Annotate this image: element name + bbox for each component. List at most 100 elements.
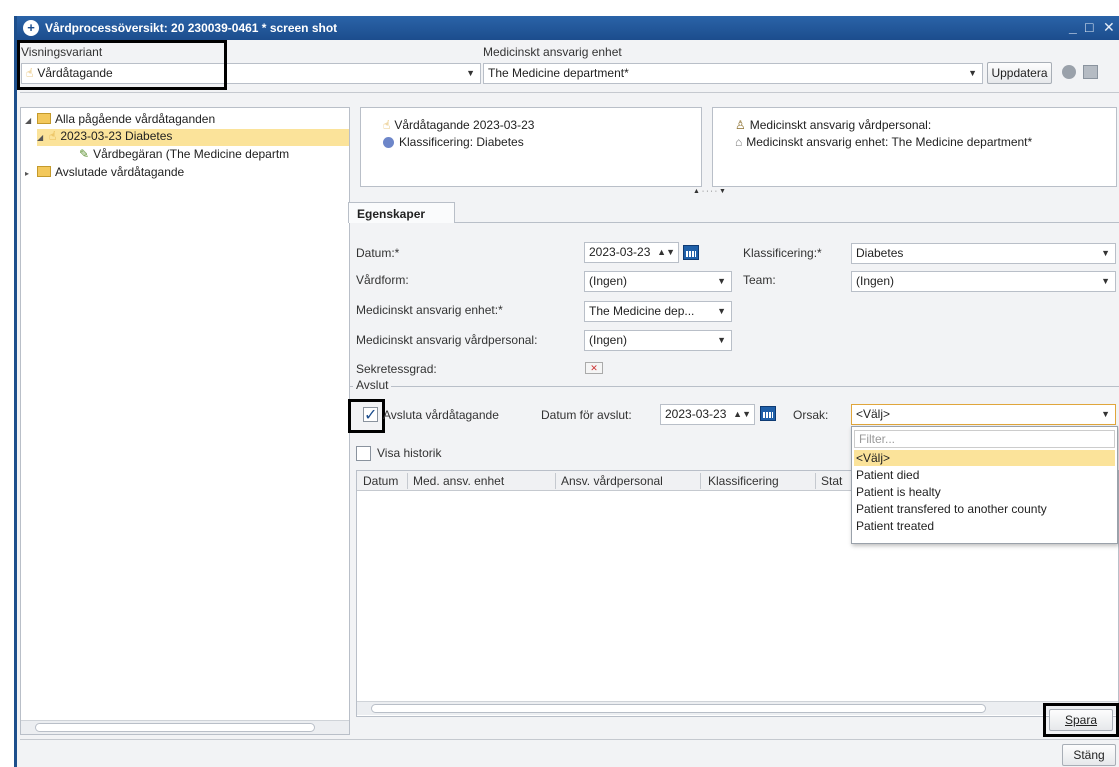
column-separator	[815, 473, 816, 489]
panel-splitter-nav[interactable]: ▲ · · · · ▼	[693, 188, 726, 195]
reason-dropdown: Filter... <Välj> Patient died Patient is…	[851, 426, 1118, 544]
secrecy-icon[interactable]: ✕	[585, 362, 603, 374]
folder-icon	[37, 166, 51, 177]
highlight-box-checkbox	[348, 399, 385, 433]
chevron-down-icon: ▼	[1101, 409, 1110, 419]
avslut-group-label: Avslut	[353, 378, 392, 392]
highlight-box-view	[17, 40, 227, 90]
summary-class-text: Klassificering: Diabetes	[399, 135, 524, 149]
responsible-unit-select[interactable]: The Medicine department* ▼	[483, 63, 983, 84]
classification-select[interactable]: Diabetes ▼	[851, 243, 1116, 264]
column-header[interactable]: Klassificering	[708, 474, 779, 488]
tree-item-care-request[interactable]: ✎ Vårdbegäran (The Medicine departm	[79, 147, 289, 161]
column-header[interactable]: Med. ansv. enhet	[413, 474, 504, 488]
tree-item-label: Alla pågående vårdåtaganden	[55, 112, 216, 126]
classification-label: Klassificering:*	[743, 246, 822, 260]
collapse-icon: ▸	[25, 169, 30, 178]
column-header[interactable]: Stat	[821, 474, 842, 488]
reason-filter-input[interactable]: Filter...	[854, 430, 1115, 448]
maximize-button[interactable]: □	[1085, 19, 1093, 35]
folder-icon	[37, 113, 51, 124]
chevron-down-icon: ▼	[717, 276, 726, 286]
summary-staff-row: ♙ Medicinskt ansvarig vårdpersonal:	[735, 118, 931, 132]
team-label: Team:	[743, 273, 776, 287]
classification-icon	[383, 137, 394, 148]
reason-option[interactable]: Patient transfered to another county	[854, 501, 1115, 517]
close-care-label: Avsluta vårdåtagande	[383, 408, 499, 422]
person-icon: ♙	[735, 118, 746, 132]
spin-icon[interactable]: ▲▼	[657, 248, 675, 257]
show-history-label: Visa historik	[377, 446, 442, 460]
tab-properties[interactable]: Egenskaper	[348, 202, 455, 223]
expand-icon: ◢	[37, 133, 44, 142]
summary-care-text: Vårdåtagande 2023-03-23	[394, 118, 535, 132]
team-select[interactable]: (Ingen) ▼	[851, 271, 1116, 292]
reason-option[interactable]: Patient died	[854, 467, 1115, 483]
date-value: 2023-03-23	[589, 245, 651, 259]
chevron-down-icon: ▼	[968, 68, 977, 78]
close-window-button[interactable]: ✕	[1103, 19, 1115, 36]
care-form-select[interactable]: (Ingen) ▼	[584, 271, 732, 292]
building-icon: ⌂	[735, 135, 743, 149]
staff-select[interactable]: (Ingen) ▼	[584, 330, 732, 351]
column-separator	[555, 473, 556, 489]
avslut-group-line	[350, 386, 1119, 387]
hand-icon: ☝	[383, 118, 391, 132]
chevron-down-icon: ▼	[1101, 276, 1110, 286]
end-date-label: Datum för avslut:	[541, 408, 632, 422]
show-history-checkbox[interactable]	[356, 446, 371, 461]
summary-class-row: Klassificering: Diabetes	[383, 135, 524, 149]
summary-unit-text: Medicinskt ansvarig enhet: The Medicine …	[746, 135, 1033, 149]
date-label: Datum:*	[356, 246, 400, 260]
summary-staff-text: Medicinskt ansvarig vårdpersonal:	[749, 118, 932, 132]
column-header[interactable]: Datum	[363, 474, 398, 488]
tree-item-diabetes[interactable]: ◢ ☝ 2023-03-23 Diabetes	[37, 129, 349, 146]
calendar-icon[interactable]	[683, 245, 699, 260]
date-field[interactable]: 2023-03-23 ▲▼	[584, 242, 679, 263]
summary-responsible-box: ♙ Medicinskt ansvarig vårdpersonal: ⌂ Medi…	[712, 107, 1117, 187]
staff-value: (Ingen)	[589, 333, 628, 347]
toolbar-divider	[20, 92, 1119, 93]
reason-value: <Välj>	[856, 407, 891, 421]
summary-care-row: ☝ Vårdåtagande 2023-03-23	[383, 118, 534, 132]
reason-option[interactable]: Patient treated	[854, 518, 1115, 534]
team-value: (Ingen)	[856, 274, 895, 288]
close-button[interactable]: Stäng	[1062, 744, 1116, 766]
care-form-value: (Ingen)	[589, 274, 628, 288]
request-icon: ✎	[79, 147, 90, 161]
tree-item-label: Avslutade vårdåtagande	[55, 165, 185, 179]
title-bar: + Vårdprocessöversikt: 20 230039-0461 * …	[17, 16, 1119, 40]
end-date-value: 2023-03-23	[665, 407, 727, 421]
calendar-icon[interactable]	[760, 406, 776, 421]
chevron-down-icon: ▼	[717, 306, 726, 316]
reason-select[interactable]: <Välj> ▼	[851, 404, 1116, 425]
responsible-unit-value: The Medicine department*	[488, 66, 629, 80]
column-separator	[407, 473, 408, 489]
secrecy-label: Sekretessgrad:	[356, 362, 437, 376]
reason-option[interactable]: Patient is healty	[854, 484, 1115, 500]
tree-item-label: Vårdbegäran (The Medicine departm	[93, 147, 290, 161]
scrollbar-thumb[interactable]	[371, 704, 986, 713]
highlight-box-save	[1043, 703, 1119, 737]
column-header[interactable]: Ansv. vårdpersonal	[561, 474, 663, 488]
end-date-field[interactable]: 2023-03-23 ▲▼	[660, 404, 755, 425]
reason-label: Orsak:	[793, 408, 829, 422]
update-button[interactable]: Uppdatera	[987, 62, 1052, 84]
settings-icon[interactable]	[1062, 65, 1076, 79]
history-scrollbar[interactable]	[357, 701, 1118, 715]
spin-icon[interactable]: ▲▼	[733, 410, 751, 419]
tab-baseline	[348, 222, 1119, 223]
tree-item-all-ongoing[interactable]: ◢ Alla pågående vårdåtaganden	[25, 112, 215, 126]
unit-select[interactable]: The Medicine dep... ▼	[584, 301, 732, 322]
staff-label: Medicinskt ansvarig vårdpersonal:	[356, 333, 538, 347]
chevron-down-icon: ▼	[1101, 248, 1110, 258]
reason-option[interactable]: <Välj>	[854, 450, 1115, 466]
print-icon[interactable]	[1083, 65, 1098, 79]
minimize-button[interactable]: _	[1069, 19, 1077, 35]
tree-item-closed[interactable]: ▸ Avslutade vårdåtagande	[25, 165, 184, 179]
column-separator	[700, 473, 701, 489]
scrollbar-thumb[interactable]	[35, 723, 315, 732]
chevron-down-icon: ▼	[466, 68, 475, 78]
tree-scrollbar[interactable]	[21, 720, 349, 734]
tree-item-label: 2023-03-23 Diabetes	[60, 129, 173, 143]
